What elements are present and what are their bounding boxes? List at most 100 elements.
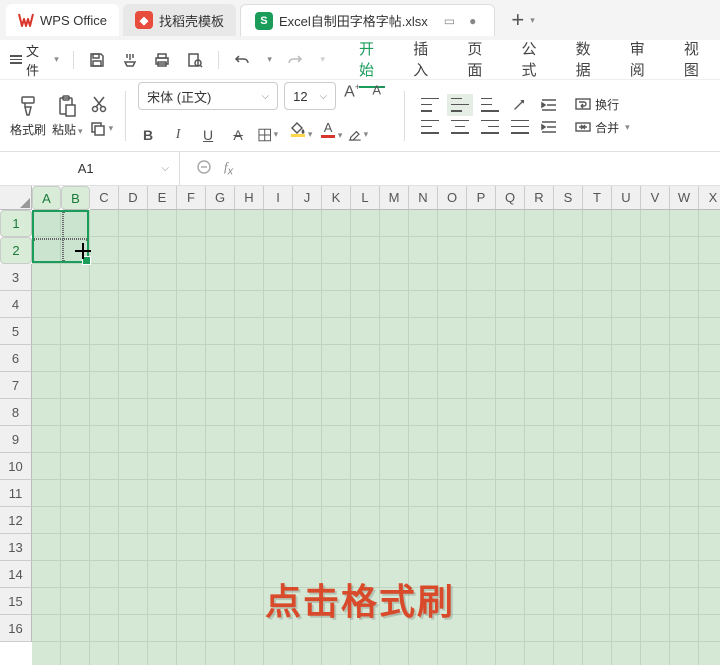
col-header[interactable]: P [467,186,496,210]
col-header[interactable]: E [148,186,177,210]
col-header[interactable]: A [32,186,61,210]
row-header[interactable]: 12 [0,507,32,534]
align-center-icon[interactable] [451,120,469,134]
col-header[interactable]: M [380,186,409,210]
merge-button[interactable]: 合并▾ [575,119,630,136]
col-header[interactable]: U [612,186,641,210]
spreadsheet[interactable]: ABCDEFGHIJKLMNOPQRSTUVWX 123456789101112… [0,186,720,665]
decrease-font-icon[interactable]: A- [368,82,388,110]
col-header[interactable]: C [90,186,119,210]
row-header[interactable]: 5 [0,318,32,345]
fx-icon[interactable]: fx [224,159,233,178]
col-header[interactable]: S [554,186,583,210]
col-header[interactable]: T [583,186,612,210]
row-header[interactable]: 2 [0,237,32,264]
menubar: 文件 ▾ ▾ ▾ 开始 插入 页面 公式 数据 审阅 视图 [0,40,720,80]
tab-template[interactable]: ◆ 找稻壳模板 [123,4,236,36]
row-header[interactable]: 11 [0,480,32,507]
indent-decrease-icon[interactable] [541,98,559,112]
print-alt-icon[interactable] [120,50,139,70]
col-header[interactable]: N [409,186,438,210]
font-size-select[interactable]: 12⌵ [284,82,336,110]
tab-more-icon[interactable]: ▾ [530,15,535,26]
align-left-icon[interactable] [421,120,439,134]
tab-insert[interactable]: 插入 [413,32,439,88]
preview-icon[interactable] [185,50,204,70]
tab-data[interactable]: 数据 [576,32,602,88]
col-header[interactable]: X [699,186,720,210]
strike-icon[interactable]: A [228,127,248,143]
chevron-down-icon: ⌵ [320,91,328,102]
bold-icon[interactable]: B [138,127,158,143]
align-bottom-icon[interactable] [481,98,499,112]
align-right-icon[interactable] [481,120,499,134]
row-header[interactable]: 9 [0,426,32,453]
save-icon[interactable] [88,50,107,70]
cancel-formula-icon[interactable] [196,159,212,178]
copy-button[interactable]: ▾ [89,120,114,138]
col-header[interactable]: J [293,186,322,210]
row-header[interactable]: 8 [0,399,32,426]
italic-icon[interactable]: I [168,127,188,143]
hamburger-icon [10,55,22,64]
caption-overlay: 点击格式刷 [0,573,720,625]
col-header[interactable]: B [61,186,90,210]
separator [218,51,219,69]
paste-button[interactable]: 粘贴▾ [52,86,83,146]
col-header[interactable]: G [206,186,235,210]
undo-icon[interactable] [233,50,252,70]
clear-format-button[interactable]: ▾ [348,128,368,142]
tab-close-icon[interactable]: ● [469,14,476,28]
redo-icon[interactable] [286,50,305,70]
tab-start[interactable]: 开始 [359,32,385,88]
indent-increase-icon[interactable] [541,120,559,134]
row-header[interactable]: 4 [0,291,32,318]
row-header[interactable]: 6 [0,345,32,372]
file-menu-button[interactable]: 文件 ▾ [10,41,59,79]
orientation-icon[interactable] [511,98,529,112]
select-all-corner[interactable] [0,186,32,210]
redo-dropdown-icon[interactable]: ▾ [321,54,326,65]
format-painter-button[interactable]: 格式刷 [10,86,46,146]
align-middle-icon[interactable] [451,98,469,112]
row-header[interactable]: 10 [0,453,32,480]
wrap-text-button[interactable]: 换行 [575,96,630,113]
col-header[interactable]: I [264,186,293,210]
column-headers[interactable]: ABCDEFGHIJKLMNOPQRSTUVWX [32,186,720,210]
col-header[interactable]: H [235,186,264,210]
print-icon[interactable] [153,50,172,70]
row-header[interactable]: 7 [0,372,32,399]
align-top-icon[interactable] [421,98,439,112]
undo-dropdown-icon[interactable]: ▾ [267,54,272,65]
col-header[interactable]: K [322,186,351,210]
formula-bar: A1 ⌵ fx [0,152,720,186]
font-color-button[interactable]: A▾ [318,120,338,149]
row-header[interactable]: 13 [0,534,32,561]
col-header[interactable]: V [641,186,670,210]
tab-review[interactable]: 审阅 [630,32,656,88]
justify-icon[interactable] [511,120,529,134]
col-header[interactable]: Q [496,186,525,210]
row-header[interactable]: 1 [0,210,32,237]
paste-icon [56,93,78,119]
tab-wps-home[interactable]: WPS Office [6,4,119,36]
tab-view[interactable]: 视图 [684,32,710,88]
font-select[interactable]: 宋体 (正文)⌵ [138,82,278,110]
col-header[interactable]: R [525,186,554,210]
tab-menu-icon[interactable]: ▭ [444,14,455,28]
col-header[interactable]: L [351,186,380,210]
row-header[interactable]: 3 [0,264,32,291]
tab-page[interactable]: 页面 [467,32,493,88]
new-tab-button[interactable]: + [511,7,524,33]
fill-color-button[interactable]: ▾ [288,122,308,148]
cut-icon[interactable] [89,94,109,114]
col-header[interactable]: D [119,186,148,210]
underline-icon[interactable]: U [198,127,218,143]
border-button[interactable]: ▾ [258,128,278,142]
col-header[interactable]: W [670,186,699,210]
col-header[interactable]: O [438,186,467,210]
name-box[interactable]: A1 ⌵ [0,152,180,185]
increase-font-icon[interactable]: A+ [342,82,362,110]
col-header[interactable]: F [177,186,206,210]
tab-formula[interactable]: 公式 [521,32,547,88]
